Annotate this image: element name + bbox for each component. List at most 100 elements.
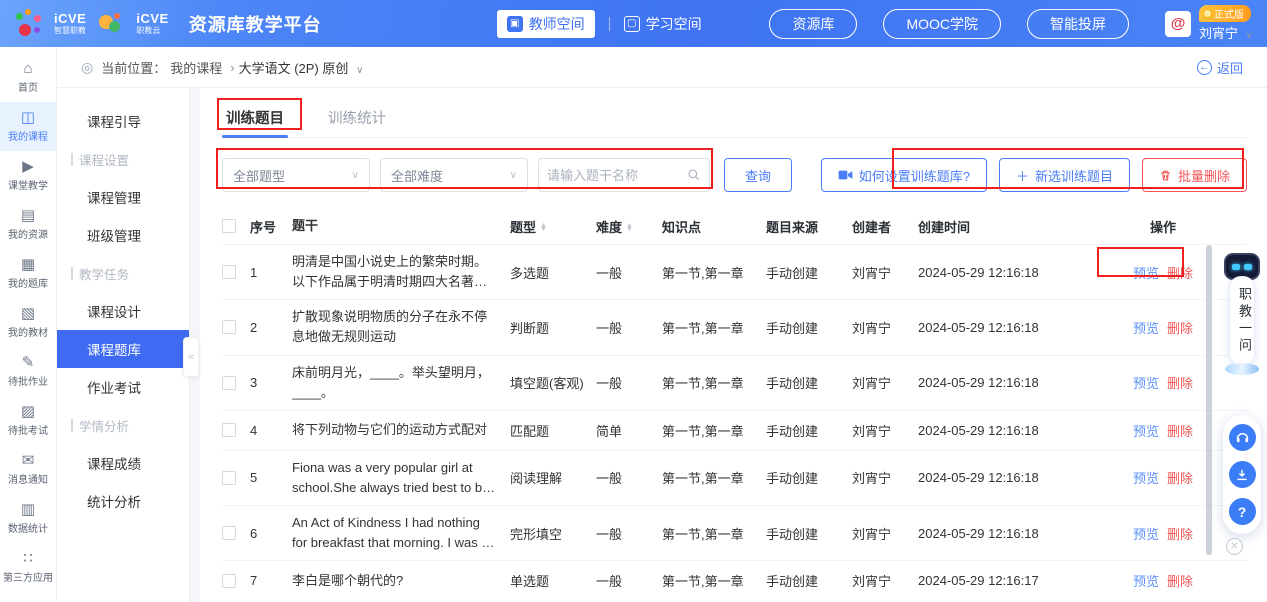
row-stem: 明清是中国小说史上的繁荣时期。以下作品属于明清时期四大名著的有? (292, 252, 510, 292)
customer-service-button[interactable] (1229, 424, 1256, 451)
user-avatar[interactable]: @ (1165, 11, 1191, 37)
delete-link[interactable]: 删除 (1167, 421, 1193, 440)
delete-link[interactable]: 删除 (1167, 263, 1193, 282)
teacher-space-button[interactable]: ▣ 教师空间 (497, 10, 595, 38)
preview-link[interactable]: 预览 (1133, 468, 1159, 487)
assistant-widget[interactable]: 职教一问 (1221, 253, 1263, 375)
delete-link[interactable]: 删除 (1167, 524, 1193, 543)
preview-link[interactable]: 预览 (1133, 421, 1159, 440)
preview-link[interactable]: 预览 (1133, 524, 1159, 543)
rail-item-label: 第三方应用 (3, 569, 53, 584)
resource-library-button[interactable]: 资源库 (769, 9, 857, 39)
row-checkbox[interactable] (222, 574, 236, 588)
wave-decoration (1225, 363, 1259, 375)
rail-item-消息通知[interactable]: ✉消息通知 (0, 445, 56, 494)
row-difficulty: 一般 (596, 318, 662, 337)
row-index: 7 (250, 573, 292, 588)
delete-link[interactable]: 删除 (1167, 571, 1193, 590)
row-source: 手动创建 (766, 318, 852, 337)
delete-link[interactable]: 删除 (1167, 373, 1193, 392)
app-header: iCVE智慧职教 iCVE职教云 资源库教学平台 ▣ 教师空间 ▢ 学习空间 资… (0, 0, 1267, 47)
preview-link[interactable]: 预览 (1133, 318, 1159, 337)
row-created-time: 2024-05-29 12:16:18 (918, 320, 1108, 335)
header-creator: 创建者 (852, 217, 918, 236)
submenu-item-课程引导[interactable]: 课程引导 (57, 102, 189, 140)
tab-training-statistics[interactable]: 训练统计 (324, 98, 390, 137)
rail-item-我的教材[interactable]: ▧我的教材 (0, 298, 56, 347)
location-pin-icon: ◎ (81, 59, 93, 76)
submenu-item-作业考试[interactable]: 作业考试 (57, 368, 189, 406)
table-scrollbar[interactable] (1206, 245, 1212, 555)
submenu-item-课程成绩[interactable]: 课程成绩 (57, 444, 189, 482)
row-difficulty: 一般 (596, 571, 662, 590)
preview-link[interactable]: 预览 (1133, 571, 1159, 590)
rail-item-label: 待批作业 (8, 373, 48, 388)
rail-item-课堂教学[interactable]: ▶课堂教学 (0, 151, 56, 200)
rail-item-首页[interactable]: ⌂首页 (0, 53, 56, 102)
version-badge: 正式版 (1199, 5, 1251, 22)
smart-screencast-button[interactable]: 智能投屏 (1027, 9, 1129, 39)
mooc-academy-button[interactable]: MOOC学院 (883, 9, 1001, 39)
submenu-item-课程题库[interactable]: 课程题库 (57, 330, 189, 368)
rail-item-数据统计[interactable]: ▥数据统计 (0, 494, 56, 543)
breadcrumb-course-dropdown[interactable]: 大学语文 (2P) 原创 ∨ (239, 58, 364, 77)
rail-item-我的题库[interactable]: ▦我的题库 (0, 249, 56, 298)
batch-delete-button[interactable]: 批量删除 (1142, 158, 1247, 192)
row-checkbox[interactable] (222, 526, 236, 540)
row-creator: 刘宵宁 (852, 571, 918, 590)
user-menu[interactable]: 刘宵宁 ∨ (1199, 23, 1253, 42)
submenu-item-课程管理[interactable]: 课程管理 (57, 178, 189, 216)
sort-icon[interactable]: ▲▼ (540, 224, 547, 232)
rail-item-待批考试[interactable]: ▨待批考试 (0, 396, 56, 445)
help-button[interactable]: ? (1229, 498, 1256, 525)
row-stem: Fiona was a very popular girl at school.… (292, 458, 510, 498)
table-row: 2扩散现象说明物质的分子在永不停息地做无规则运动判断题一般第一节,第一章手动创建… (222, 299, 1247, 354)
header-quick-links: 资源库 MOOC学院智能投屏 (769, 9, 1129, 39)
back-button[interactable]: ← 返回 (1197, 58, 1243, 77)
table-header-row: 序号 题干 题型▲▼ 难度▲▼ 知识点 题目来源 创建者 创建时间 操作 (222, 208, 1247, 244)
row-checkbox[interactable] (222, 423, 236, 437)
delete-link[interactable]: 删除 (1167, 468, 1193, 487)
question-type-select[interactable]: 全部题型∨ (222, 158, 370, 192)
submenu-item-统计分析[interactable]: 统计分析 (57, 482, 189, 520)
learning-space-button[interactable]: ▢ 学习空间 (624, 14, 702, 34)
row-creator: 刘宵宁 (852, 524, 918, 543)
howto-training-bank-button[interactable]: 如何设置训练题库? (821, 158, 987, 192)
stem-search-input[interactable] (547, 168, 687, 183)
preview-link[interactable]: 预览 (1133, 373, 1159, 392)
platform-title: 资源库教学平台 (189, 11, 322, 37)
header-type[interactable]: 题型▲▼ (510, 217, 596, 236)
delete-link[interactable]: 删除 (1167, 318, 1193, 337)
breadcrumb-root[interactable]: 我的课程 (170, 58, 222, 77)
select-all-checkbox[interactable] (222, 219, 236, 233)
row-stem: An Act of Kindness I had nothing for bre… (292, 513, 510, 553)
submenu-item-课程设计[interactable]: 课程设计 (57, 292, 189, 330)
row-created-time: 2024-05-29 12:16:18 (918, 470, 1108, 485)
row-created-time: 2024-05-29 12:16:18 (918, 526, 1108, 541)
row-checkbox[interactable] (222, 471, 236, 485)
row-checkbox[interactable] (222, 320, 236, 334)
rail-item-第三方应用[interactable]: ∷第三方应用 (0, 543, 56, 592)
row-source: 手动创建 (766, 421, 852, 440)
submenu-item-班级管理[interactable]: 班级管理 (57, 216, 189, 254)
rail-item-我的资源[interactable]: ▤我的资源 (0, 200, 56, 249)
submenu-collapse-button[interactable]: « (183, 337, 199, 377)
download-button[interactable] (1229, 461, 1256, 488)
row-checkbox[interactable] (222, 376, 236, 390)
add-training-questions-button[interactable]: ＋ 新选训练题目 (999, 158, 1130, 192)
assistant-label[interactable]: 职教一问 (1229, 276, 1255, 366)
rail-item-我的课程[interactable]: ◫我的课程 (0, 102, 56, 151)
query-button[interactable]: 查询 (724, 158, 792, 192)
row-index: 2 (250, 320, 292, 335)
header-difficulty[interactable]: 难度▲▼ (596, 217, 662, 236)
row-checkbox[interactable] (222, 265, 236, 279)
rail-item-待批作业[interactable]: ✎待批作业 (0, 347, 56, 396)
rail-item-label: 我的资源 (8, 226, 48, 241)
close-floating-icon[interactable]: ✕ (1226, 538, 1243, 555)
sort-icon[interactable]: ▲▼ (626, 224, 633, 232)
difficulty-select[interactable]: 全部难度∨ (380, 158, 528, 192)
table-row: 5Fiona was a very popular girl at school… (222, 450, 1247, 505)
tab-training-questions[interactable]: 训练题目 (222, 98, 288, 137)
preview-link[interactable]: 预览 (1133, 263, 1159, 282)
filter-toolbar: 全部题型∨ 全部难度∨ 查询 如何设置训练题库? ＋ 新选训练题目 (222, 158, 1247, 192)
